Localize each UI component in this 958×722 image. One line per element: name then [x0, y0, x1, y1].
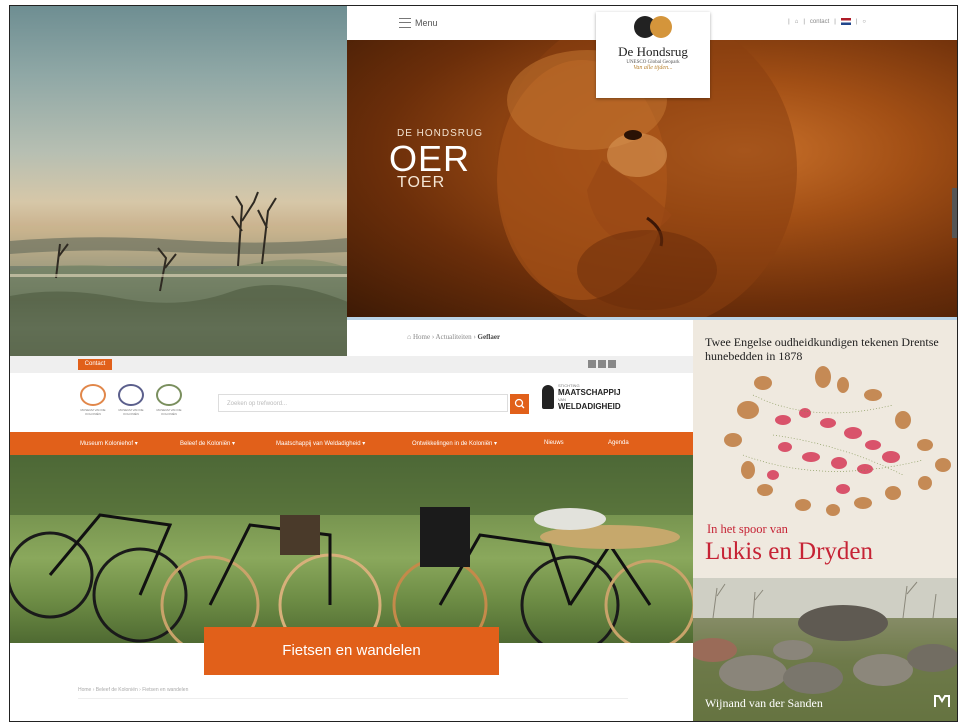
double-ring-icon: [118, 384, 144, 406]
breadcrumb-separator: ›: [431, 333, 435, 341]
search-button[interactable]: [510, 394, 529, 414]
breadcrumb-divider: [78, 698, 628, 699]
partner-logos: MUSEUM VAN DE KOLONIËN MUSEUM VAN DE KOL…: [78, 384, 184, 416]
stone-drawing-illustration: [724, 366, 951, 516]
publisher-logo-icon: [934, 695, 950, 707]
fietsen-wandelen-banner[interactable]: Fietsen en wandelen: [204, 627, 499, 675]
nav-item-museum[interactable]: Museum Koloniehof ▾: [80, 440, 138, 447]
partner-logo-text: MUSEUM VAN DE KOLONIËN: [118, 408, 144, 416]
facebook-icon[interactable]: [588, 360, 596, 368]
breadcrumb: Home › Beleef de Koloniën › Fietsen en w…: [78, 687, 189, 693]
dutch-flag-icon[interactable]: [840, 18, 851, 25]
search-icon[interactable]: ○: [862, 19, 866, 25]
search-icon: [514, 398, 525, 409]
hero-subtitle: TOER: [397, 174, 446, 191]
nav-item-ontwikkelingen[interactable]: Ontwikkelingen in de Koloniën ▾: [412, 440, 497, 447]
main-nav: Museum Koloniehof ▾ Beleef de Koloniën ▾…: [10, 432, 693, 455]
logo-title: De Hondsrug: [618, 44, 688, 59]
book-subtitle: In het spoor van: [707, 522, 788, 536]
portrait-silhouette-icon: [542, 385, 554, 409]
utility-links: | ⌂ | contact | | ○: [788, 18, 866, 25]
breadcrumb-news[interactable]: Actualiteiten: [436, 333, 472, 341]
book-heading: Twee Engelse oudheidkundigen tekenen Dre…: [705, 335, 939, 363]
logo-tagline: Van alle tijden...: [633, 65, 673, 71]
double-ring-icon: [80, 384, 106, 406]
separator: |: [788, 18, 790, 25]
kolonien-website: Contact MUSEUM VAN DE KOLONIËN MUSEUM VA…: [10, 356, 693, 722]
separator: |: [855, 18, 858, 25]
weldadigheid-logo[interactable]: STICHTING MAATSCHAPPIJ VAN WELDADIGHEID: [542, 383, 621, 411]
hondsrug-logo[interactable]: De Hondsrug UNESCO Global Geopark Van al…: [596, 12, 710, 98]
nav-item-agenda[interactable]: Agenda: [608, 440, 629, 446]
home-icon[interactable]: ⌂: [795, 19, 799, 25]
instagram-icon[interactable]: [608, 360, 616, 368]
partner-logo[interactable]: MUSEUM VAN DE KOLONIËN: [78, 384, 108, 416]
hondsrug-website: Menu | ⌂ | contact | | ○ DE HONDSRUG OER…: [347, 6, 958, 356]
breadcrumb-current: Geflaer: [477, 333, 501, 341]
separator: |: [834, 18, 836, 25]
hamburger-icon: [399, 18, 411, 28]
side-scroll-tab[interactable]: [952, 188, 958, 238]
logo-badge-orange: [650, 16, 672, 38]
book-title: Lukis en Dryden: [705, 538, 874, 565]
breadcrumb-home[interactable]: Home: [413, 333, 430, 341]
bicycles-photo: [10, 455, 693, 643]
partner-logo[interactable]: MUSEUM VAN DE KOLONIËN: [154, 384, 184, 416]
book-cover: Twee Engelse oudheidkundigen tekenen Dre…: [693, 320, 958, 722]
partner-logo-text: MUSEUM VAN DE KOLONIËN: [80, 408, 106, 416]
nav-item-nieuws[interactable]: Nieuws: [544, 440, 564, 446]
separator: |: [803, 18, 805, 25]
twitter-icon[interactable]: [598, 360, 606, 368]
breadcrumb-separator: ›: [473, 333, 476, 341]
double-ring-icon: [156, 384, 182, 406]
nav-item-maatschappij[interactable]: Maatschappij van Weldadigheid ▾: [276, 440, 365, 447]
partner-logo[interactable]: MUSEUM VAN DE KOLONIËN: [116, 384, 146, 416]
partner-logo-text: MUSEUM VAN DE KOLONIËN: [156, 408, 182, 416]
logo-line: WELDADIGHEID: [558, 402, 621, 411]
breadcrumb: ⌂ Home › Actualiteiten › Geflaer: [407, 333, 500, 341]
book-author: Wijnand van der Sanden: [705, 696, 823, 710]
contact-button[interactable]: Contact: [78, 359, 112, 370]
contact-link[interactable]: contact: [810, 19, 829, 25]
menu-button[interactable]: Menu: [399, 18, 438, 28]
nav-item-beleef[interactable]: Beleef de Koloniën ▾: [180, 440, 235, 447]
marsh-landscape-photo: [10, 6, 348, 356]
logo-line: MAATSCHAPPIJ: [558, 388, 621, 397]
search-input[interactable]: Zoeken op trefwoord...: [218, 394, 508, 412]
breadcrumb-home-icon[interactable]: ⌂: [407, 333, 411, 341]
social-links: [588, 360, 616, 368]
menu-label: Menu: [415, 18, 438, 28]
